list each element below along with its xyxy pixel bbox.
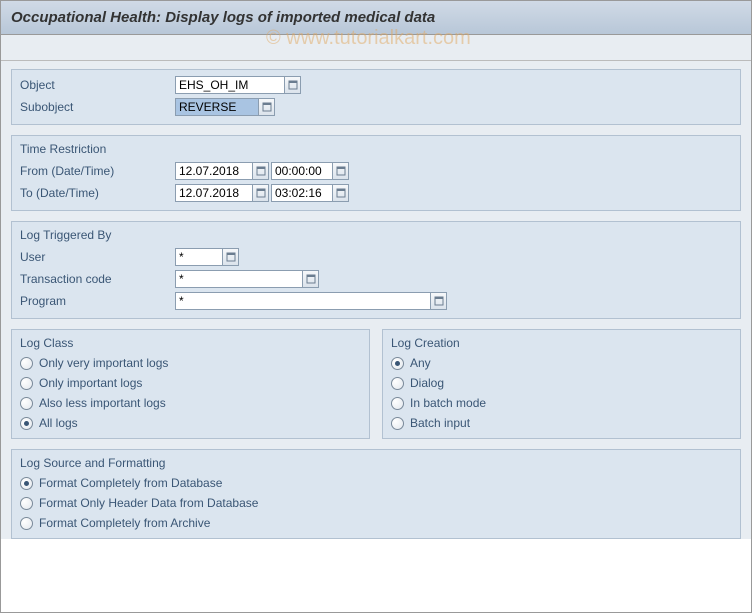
object-label: Object <box>20 78 175 92</box>
f4-help-icon[interactable] <box>431 292 447 310</box>
radio-label: Format Completely from Database <box>39 476 222 490</box>
radio-option[interactable]: Format Only Header Data from Database <box>20 496 732 510</box>
f4-help-icon[interactable] <box>303 270 319 288</box>
radio-icon <box>391 417 404 430</box>
radio-option[interactable]: Format Completely from Database <box>20 476 732 490</box>
from-label: From (Date/Time) <box>20 164 175 178</box>
to-row: To (Date/Time) <box>20 184 732 202</box>
radio-label: All logs <box>39 416 78 430</box>
to-date-input[interactable] <box>175 184 253 202</box>
radio-icon <box>391 377 404 390</box>
tcode-row: Transaction code <box>20 270 732 288</box>
f4-help-icon[interactable] <box>333 162 349 180</box>
page-title: Occupational Health: Display logs of imp… <box>11 9 435 26</box>
triggered-group: Log Triggered By User Transaction code P… <box>11 221 741 319</box>
radio-label: Only very important logs <box>39 356 168 370</box>
content-area: Object Subobject Time Restriction From (… <box>1 61 751 539</box>
radio-icon <box>391 397 404 410</box>
radio-option[interactable]: Also less important logs <box>20 396 361 410</box>
radio-icon <box>20 517 33 530</box>
tcode-input[interactable] <box>175 270 303 288</box>
time-title: Time Restriction <box>20 140 732 156</box>
f4-help-icon[interactable] <box>333 184 349 202</box>
source-group: Log Source and Formatting Format Complet… <box>11 449 741 539</box>
radio-label: Batch input <box>410 416 470 430</box>
time-restriction-group: Time Restriction From (Date/Time) To (Da… <box>11 135 741 211</box>
radio-option[interactable]: Format Completely from Archive <box>20 516 732 530</box>
radio-icon <box>20 377 33 390</box>
object-row: Object <box>20 76 732 94</box>
radio-icon <box>20 417 33 430</box>
radio-label: Dialog <box>410 376 444 390</box>
log-class-group: Log Class Only very important logs Only i… <box>11 329 370 439</box>
radio-icon <box>20 357 33 370</box>
radio-label: In batch mode <box>410 396 486 410</box>
program-row: Program <box>20 292 732 310</box>
radio-option[interactable]: Batch input <box>391 416 732 430</box>
to-time-input[interactable] <box>271 184 333 202</box>
title-bar: Occupational Health: Display logs of imp… <box>1 1 751 35</box>
subobject-label: Subobject <box>20 100 175 114</box>
log-class-title: Log Class <box>20 334 361 350</box>
class-creation-row: Log Class Only very important logs Only i… <box>11 329 741 439</box>
user-input[interactable] <box>175 248 223 266</box>
radio-option[interactable]: Dialog <box>391 376 732 390</box>
radio-option[interactable]: Only important logs <box>20 376 361 390</box>
subobject-input[interactable] <box>175 98 259 116</box>
radio-option[interactable]: In batch mode <box>391 396 732 410</box>
user-row: User <box>20 248 732 266</box>
program-input[interactable] <box>175 292 431 310</box>
source-title: Log Source and Formatting <box>20 454 732 470</box>
program-label: Program <box>20 294 175 308</box>
log-class-options: Only very important logs Only important l… <box>20 356 361 430</box>
radio-icon <box>391 357 404 370</box>
tcode-label: Transaction code <box>20 272 175 286</box>
radio-label: Also less important logs <box>39 396 166 410</box>
radio-label: Only important logs <box>39 376 142 390</box>
user-label: User <box>20 250 175 264</box>
radio-option[interactable]: All logs <box>20 416 361 430</box>
radio-option[interactable]: Only very important logs <box>20 356 361 370</box>
f4-help-icon[interactable] <box>253 162 269 180</box>
radio-icon <box>20 497 33 510</box>
f4-help-icon[interactable] <box>223 248 239 266</box>
from-date-input[interactable] <box>175 162 253 180</box>
f4-help-icon[interactable] <box>253 184 269 202</box>
toolbar: © www.tutorialkart.com <box>1 35 751 61</box>
radio-label: Format Completely from Archive <box>39 516 210 530</box>
radio-option[interactable]: Any <box>391 356 732 370</box>
subobject-row: Subobject <box>20 98 732 116</box>
triggered-title: Log Triggered By <box>20 226 732 242</box>
log-creation-group: Log Creation Any Dialog In batch mode Batch… <box>382 329 741 439</box>
radio-label: Any <box>410 356 431 370</box>
from-row: From (Date/Time) <box>20 162 732 180</box>
object-group: Object Subobject <box>11 69 741 125</box>
log-creation-title: Log Creation <box>391 334 732 350</box>
radio-icon <box>20 477 33 490</box>
radio-icon <box>20 397 33 410</box>
log-creation-options: Any Dialog In batch mode Batch input <box>391 356 732 430</box>
f4-help-icon[interactable] <box>285 76 301 94</box>
from-time-input[interactable] <box>271 162 333 180</box>
object-input[interactable] <box>175 76 285 94</box>
to-label: To (Date/Time) <box>20 186 175 200</box>
f4-help-icon[interactable] <box>259 98 275 116</box>
radio-label: Format Only Header Data from Database <box>39 496 258 510</box>
source-options: Format Completely from Database Format On… <box>20 476 732 530</box>
